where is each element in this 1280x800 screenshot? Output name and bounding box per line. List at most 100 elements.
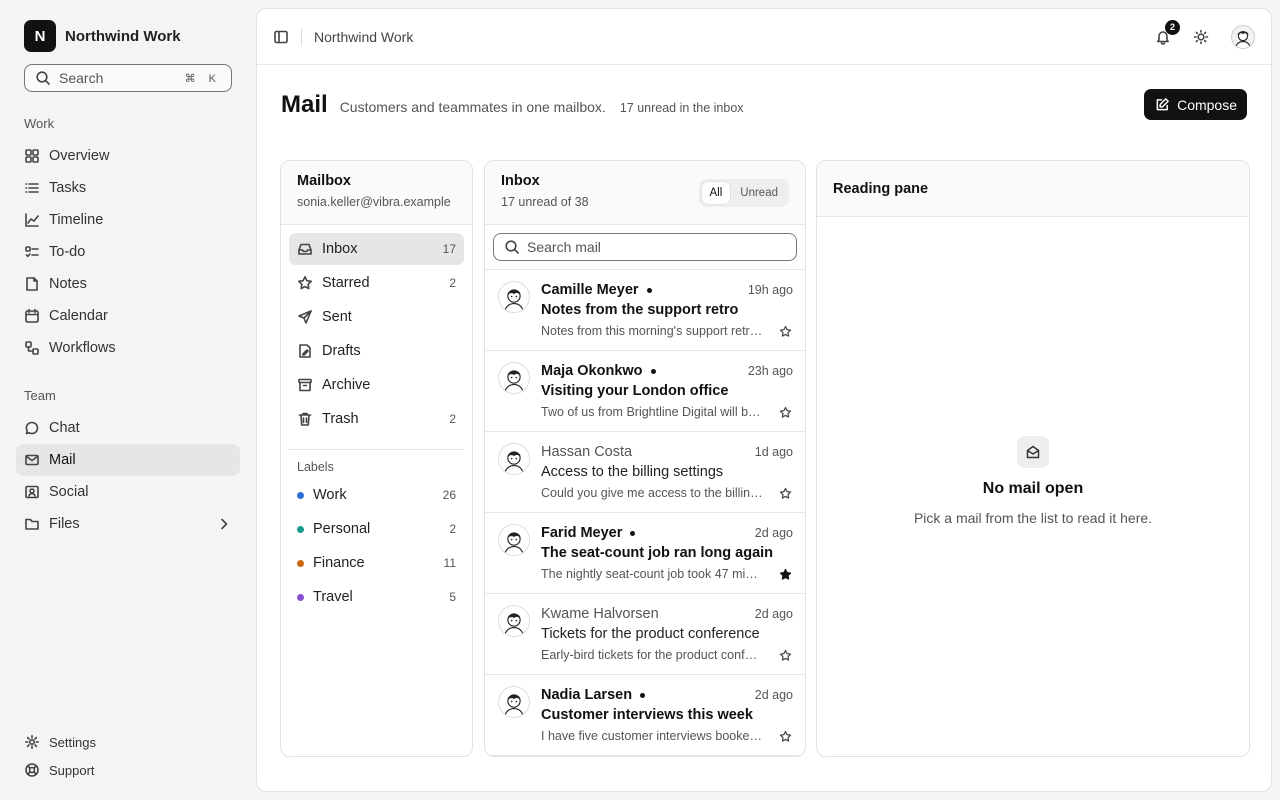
label-name: Personal [313,521,371,537]
mail-subject: Tickets for the product conference [541,626,760,642]
draft-icon [297,343,313,359]
sidebar-item-overview[interactable]: Overview [16,140,240,172]
sidebar-item-label: Timeline [49,212,104,228]
label-work[interactable]: Work 26 [281,478,472,512]
mail-sender: Hassan Costa [541,444,633,460]
folder-inbox[interactable]: Inbox 17 [289,233,464,265]
star-icon[interactable] [777,404,793,420]
sidebar-item-chat[interactable]: Chat [16,412,240,444]
user-avatar[interactable] [1231,24,1255,49]
mail-row[interactable]: Kwame Halvorsen 2d ago Tickets for the pro… [485,594,805,675]
mail-time: 23h ago [747,364,793,378]
divider [289,449,464,450]
sidebar-item-label: Settings [49,734,96,750]
page-title: Mail [281,91,328,118]
sidebar-item-mail[interactable]: Mail [16,444,240,476]
label-finance[interactable]: Finance 11 [281,546,472,580]
compose-button[interactable]: Compose [1144,89,1247,120]
mail-preview: Two of us from Brightline Digital will b… [541,405,763,419]
mailbox-header: Mailbox sonia.keller@vibra.example [281,161,472,225]
star-icon[interactable] [777,728,793,744]
edit-icon [1154,97,1170,113]
sidebar-search-input[interactable]: Search ⌘ K [24,64,232,92]
filter-unread-button[interactable]: Unread [732,182,786,204]
star-icon[interactable] [777,566,793,582]
workspace-switcher[interactable]: N Northwind Work [24,20,181,52]
folder-trash[interactable]: Trash 2 [289,403,464,435]
topbar-divider [301,27,302,46]
star-icon[interactable] [777,323,793,339]
sidebar-item-label: Notes [49,276,87,292]
sender-avatar [498,524,530,556]
folder-starred[interactable]: Starred 2 [289,267,464,299]
folder-sent[interactable]: Sent [289,301,464,333]
calendar-icon [24,308,40,324]
workspace-logo: N [24,20,56,52]
sender-avatar [498,686,530,718]
mail-row[interactable]: Camille Meyer 19h ago Notes from the suppo… [485,270,805,351]
sidebar-item-todo[interactable]: To-do [16,236,240,268]
mail-preview: Notes from this morning's support retro,… [541,324,763,338]
sun-icon[interactable] [1193,29,1209,45]
empty-state: No mail open Pick a mail from the list t… [817,436,1249,526]
mail-row[interactable]: Farid Meyer 2d ago The seat-count job ran … [485,513,805,594]
notifications-button[interactable]: 2 [1155,19,1180,45]
star-icon[interactable] [777,485,793,501]
mail-preview-row: Notes from this morning's support retro,… [541,323,793,339]
mailbox-title: Mailbox [297,173,351,189]
folder-archive[interactable]: Archive [289,369,464,401]
chevron-right-icon[interactable] [216,516,232,532]
empty-subtitle: Pick a mail from the list to read it her… [913,510,1153,526]
mail-row[interactable]: Nadia Larsen 2d ago Customer interviews th… [485,675,805,756]
search-placeholder: Search [59,70,104,86]
breadcrumb[interactable]: Northwind Work [314,29,413,45]
sidebar-item-settings[interactable]: Settings [16,728,240,756]
sidebar-item-label: Calendar [49,308,108,324]
mail-row[interactable]: Hassan Costa 1d ago Access to the billing … [485,432,805,513]
unread-dot [640,692,646,698]
workspace-name: Northwind Work [65,27,181,45]
nav-team: Chat Mail Social Files [16,412,240,540]
workflow-icon [24,340,40,356]
sidebar-item-support[interactable]: Support [16,756,240,784]
sidebar-item-workflows[interactable]: Workflows [16,332,240,364]
label-personal[interactable]: Personal 2 [281,512,472,546]
mail-subject: Notes from the support retro [541,302,739,318]
folder-drafts[interactable]: Drafts [289,335,464,367]
sidebar-item-social[interactable]: Social [16,476,240,508]
sidebar-item-files[interactable]: Files [16,508,240,540]
sidebar-item-notes[interactable]: Notes [16,268,240,300]
folder-list: Inbox 17 Starred 2 Sent Drafts Archive T… [281,225,472,435]
mail-search-input[interactable]: Search mail [493,233,797,261]
topbar: Northwind Work 2 [257,9,1271,65]
search-icon [35,70,51,86]
star-icon[interactable] [777,647,793,663]
mail-row-top: Maja Okonkwo 23h ago [541,361,793,381]
folder-count: 2 [449,276,456,290]
mail-preview: I have five customer interviews booked f… [541,729,763,743]
sidebar-toggle-icon[interactable] [273,29,289,45]
folder-label: Inbox [322,241,358,257]
mail-time: 2d ago [754,688,793,702]
sender-avatar [498,605,530,637]
filter-all-button[interactable]: All [701,182,731,204]
search-shortcut: ⌘ K [184,72,221,85]
mail-subject: Customer interviews this week [541,707,753,723]
mail-row-top: Camille Meyer 19h ago [541,280,793,300]
sidebar-item-tasks[interactable]: Tasks [16,172,240,204]
archive-icon [297,377,313,393]
mail-row[interactable]: Maja Okonkwo 23h ago Visiting your London … [485,351,805,432]
sidebar-item-label: Tasks [49,180,87,196]
sidebar-item-calendar[interactable]: Calendar [16,300,240,332]
mail-preview-row: Could you give me access to the billing … [541,485,793,501]
folder-label: Trash [322,411,359,427]
chart-icon [24,212,40,228]
label-name: Travel [313,589,353,605]
note-icon [24,276,40,292]
sidebar-item-timeline[interactable]: Timeline [16,204,240,236]
label-travel[interactable]: Travel 5 [281,580,472,614]
folder-icon [24,516,40,532]
main-panel: Northwind Work 2 Mail Customers and team… [256,8,1272,792]
label-color-dot [297,559,304,567]
checklist-icon [24,244,40,260]
